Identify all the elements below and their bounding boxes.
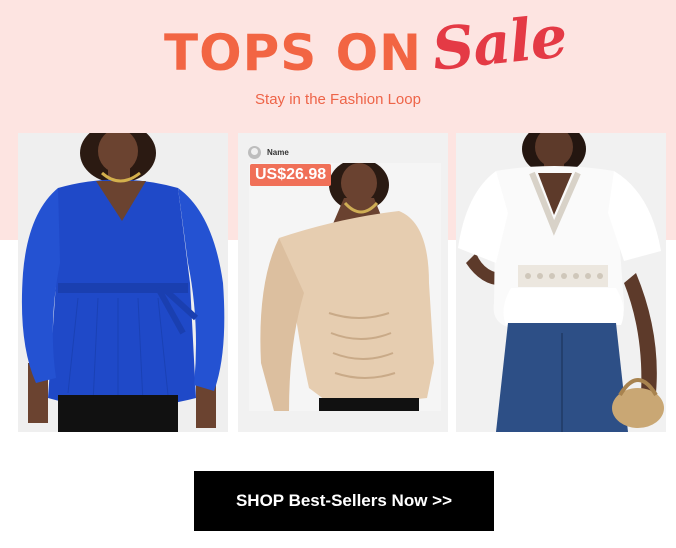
headline: TOPS ON Sale <box>0 2 676 90</box>
headline-script-text: Sale <box>428 2 570 84</box>
subtitle: Stay in the Fashion Loop <box>255 91 421 108</box>
product-card-blue-top[interactable] <box>18 133 228 432</box>
shop-best-sellers-button[interactable]: SHOP Best-Sellers Now >> <box>194 471 494 531</box>
product-image <box>18 133 228 432</box>
product-card-white-top[interactable] <box>456 133 666 432</box>
headline-main-text: TOPS ON <box>164 24 423 82</box>
poster-name: Name <box>267 147 289 157</box>
price-tag: US$26.98 <box>250 164 332 186</box>
product-image <box>456 133 666 432</box>
product-image <box>249 163 441 411</box>
post-header: Name <box>248 143 289 161</box>
product-card-satin-top[interactable]: Name US$26.98 <box>238 133 448 432</box>
avatar <box>248 145 261 159</box>
photo-frame <box>249 163 441 411</box>
